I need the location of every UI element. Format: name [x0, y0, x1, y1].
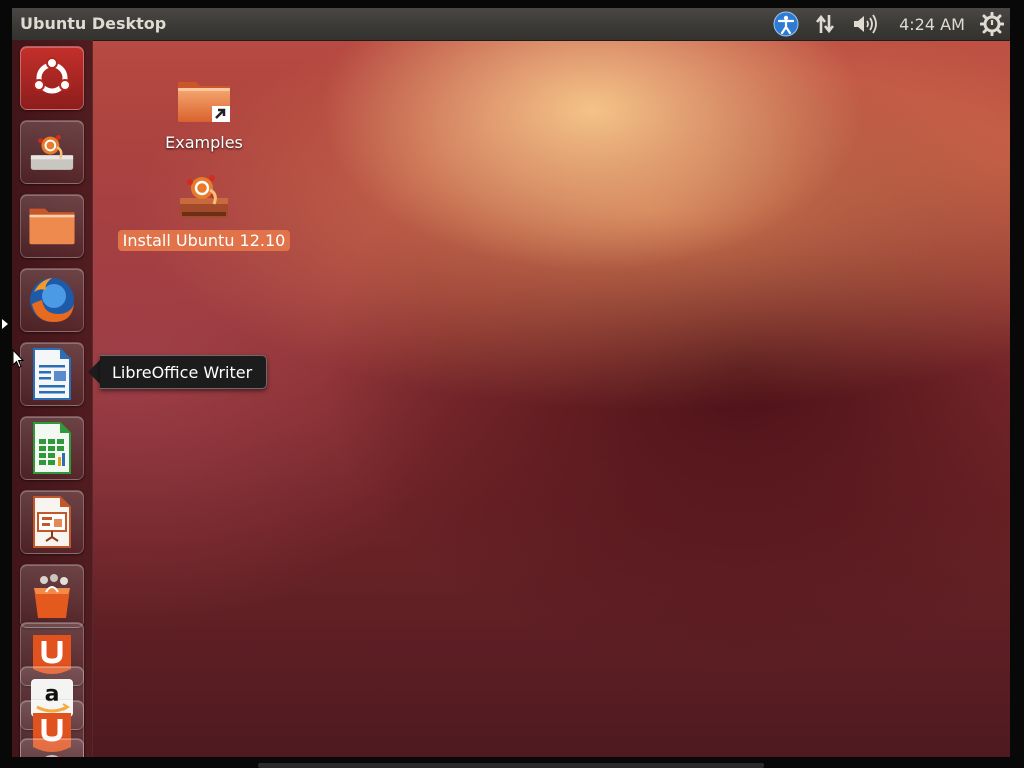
desktop-background[interactable]: Examples Install Ubuntu 12.10 [92, 40, 1010, 757]
launcher-tooltip: LibreOffice Writer [88, 355, 268, 389]
launcher-running-indicator [2, 319, 8, 329]
writer-icon [33, 348, 71, 400]
launcher-item-dash-home[interactable] [20, 46, 84, 110]
installer-icon [30, 134, 74, 170]
folder-icon [29, 208, 75, 245]
impress-icon [33, 496, 71, 548]
launcher-item-libreoffice-calc[interactable] [20, 416, 84, 480]
launcher-item-system-settings[interactable] [20, 738, 84, 757]
sound-indicator[interactable] [850, 11, 880, 37]
launcher: a [12, 40, 93, 757]
tooltip-label: LibreOffice Writer [112, 362, 253, 382]
installer-icon [180, 175, 228, 218]
clock-label: 4:24 AM [899, 14, 965, 34]
launcher-item-libreoffice-writer[interactable] [20, 342, 84, 406]
desktop-icon-install-ubuntu[interactable]: Install Ubuntu 12.10 [116, 168, 292, 251]
launcher-item-home-folder[interactable] [20, 194, 84, 258]
launcher-item-install-ubuntu[interactable] [20, 120, 84, 184]
window-title: Ubuntu Desktop [20, 14, 167, 33]
network-indicator[interactable] [812, 11, 838, 37]
desktop-icon-label: Examples [165, 133, 243, 152]
tooltip-arrow [88, 360, 100, 384]
ubuntu-logo-icon [33, 57, 71, 94]
shopping-bag-icon [34, 574, 70, 618]
calc-icon [33, 422, 71, 474]
tooltip-body: LibreOffice Writer [100, 355, 268, 389]
desktop-icon-examples[interactable]: Examples [164, 74, 244, 153]
network-icon [815, 14, 835, 34]
launcher-item-libreoffice-impress[interactable] [20, 490, 84, 554]
bottom-scrollbar [258, 763, 764, 768]
session-gear-icon [980, 12, 1004, 36]
desktop-icon-label: Install Ubuntu 12.10 [117, 230, 291, 251]
firefox-icon [30, 278, 74, 322]
mouse-cursor-icon [12, 349, 24, 369]
folder-link-icon [178, 82, 230, 122]
launcher-item-software-center[interactable] [20, 564, 84, 628]
screen: Examples Install Ubuntu 12.10 Ubuntu Des… [0, 0, 1024, 768]
top-panel: Ubuntu Desktop 4:24 AM [12, 8, 1010, 41]
settings-icon [45, 755, 61, 757]
accessibility-icon [773, 11, 799, 37]
clock-indicator[interactable]: 4:24 AM [896, 11, 968, 37]
session-indicator[interactable] [978, 11, 1006, 37]
launcher-item-firefox[interactable] [20, 268, 84, 332]
sound-icon [854, 14, 877, 34]
accessibility-indicator[interactable] [772, 11, 800, 37]
